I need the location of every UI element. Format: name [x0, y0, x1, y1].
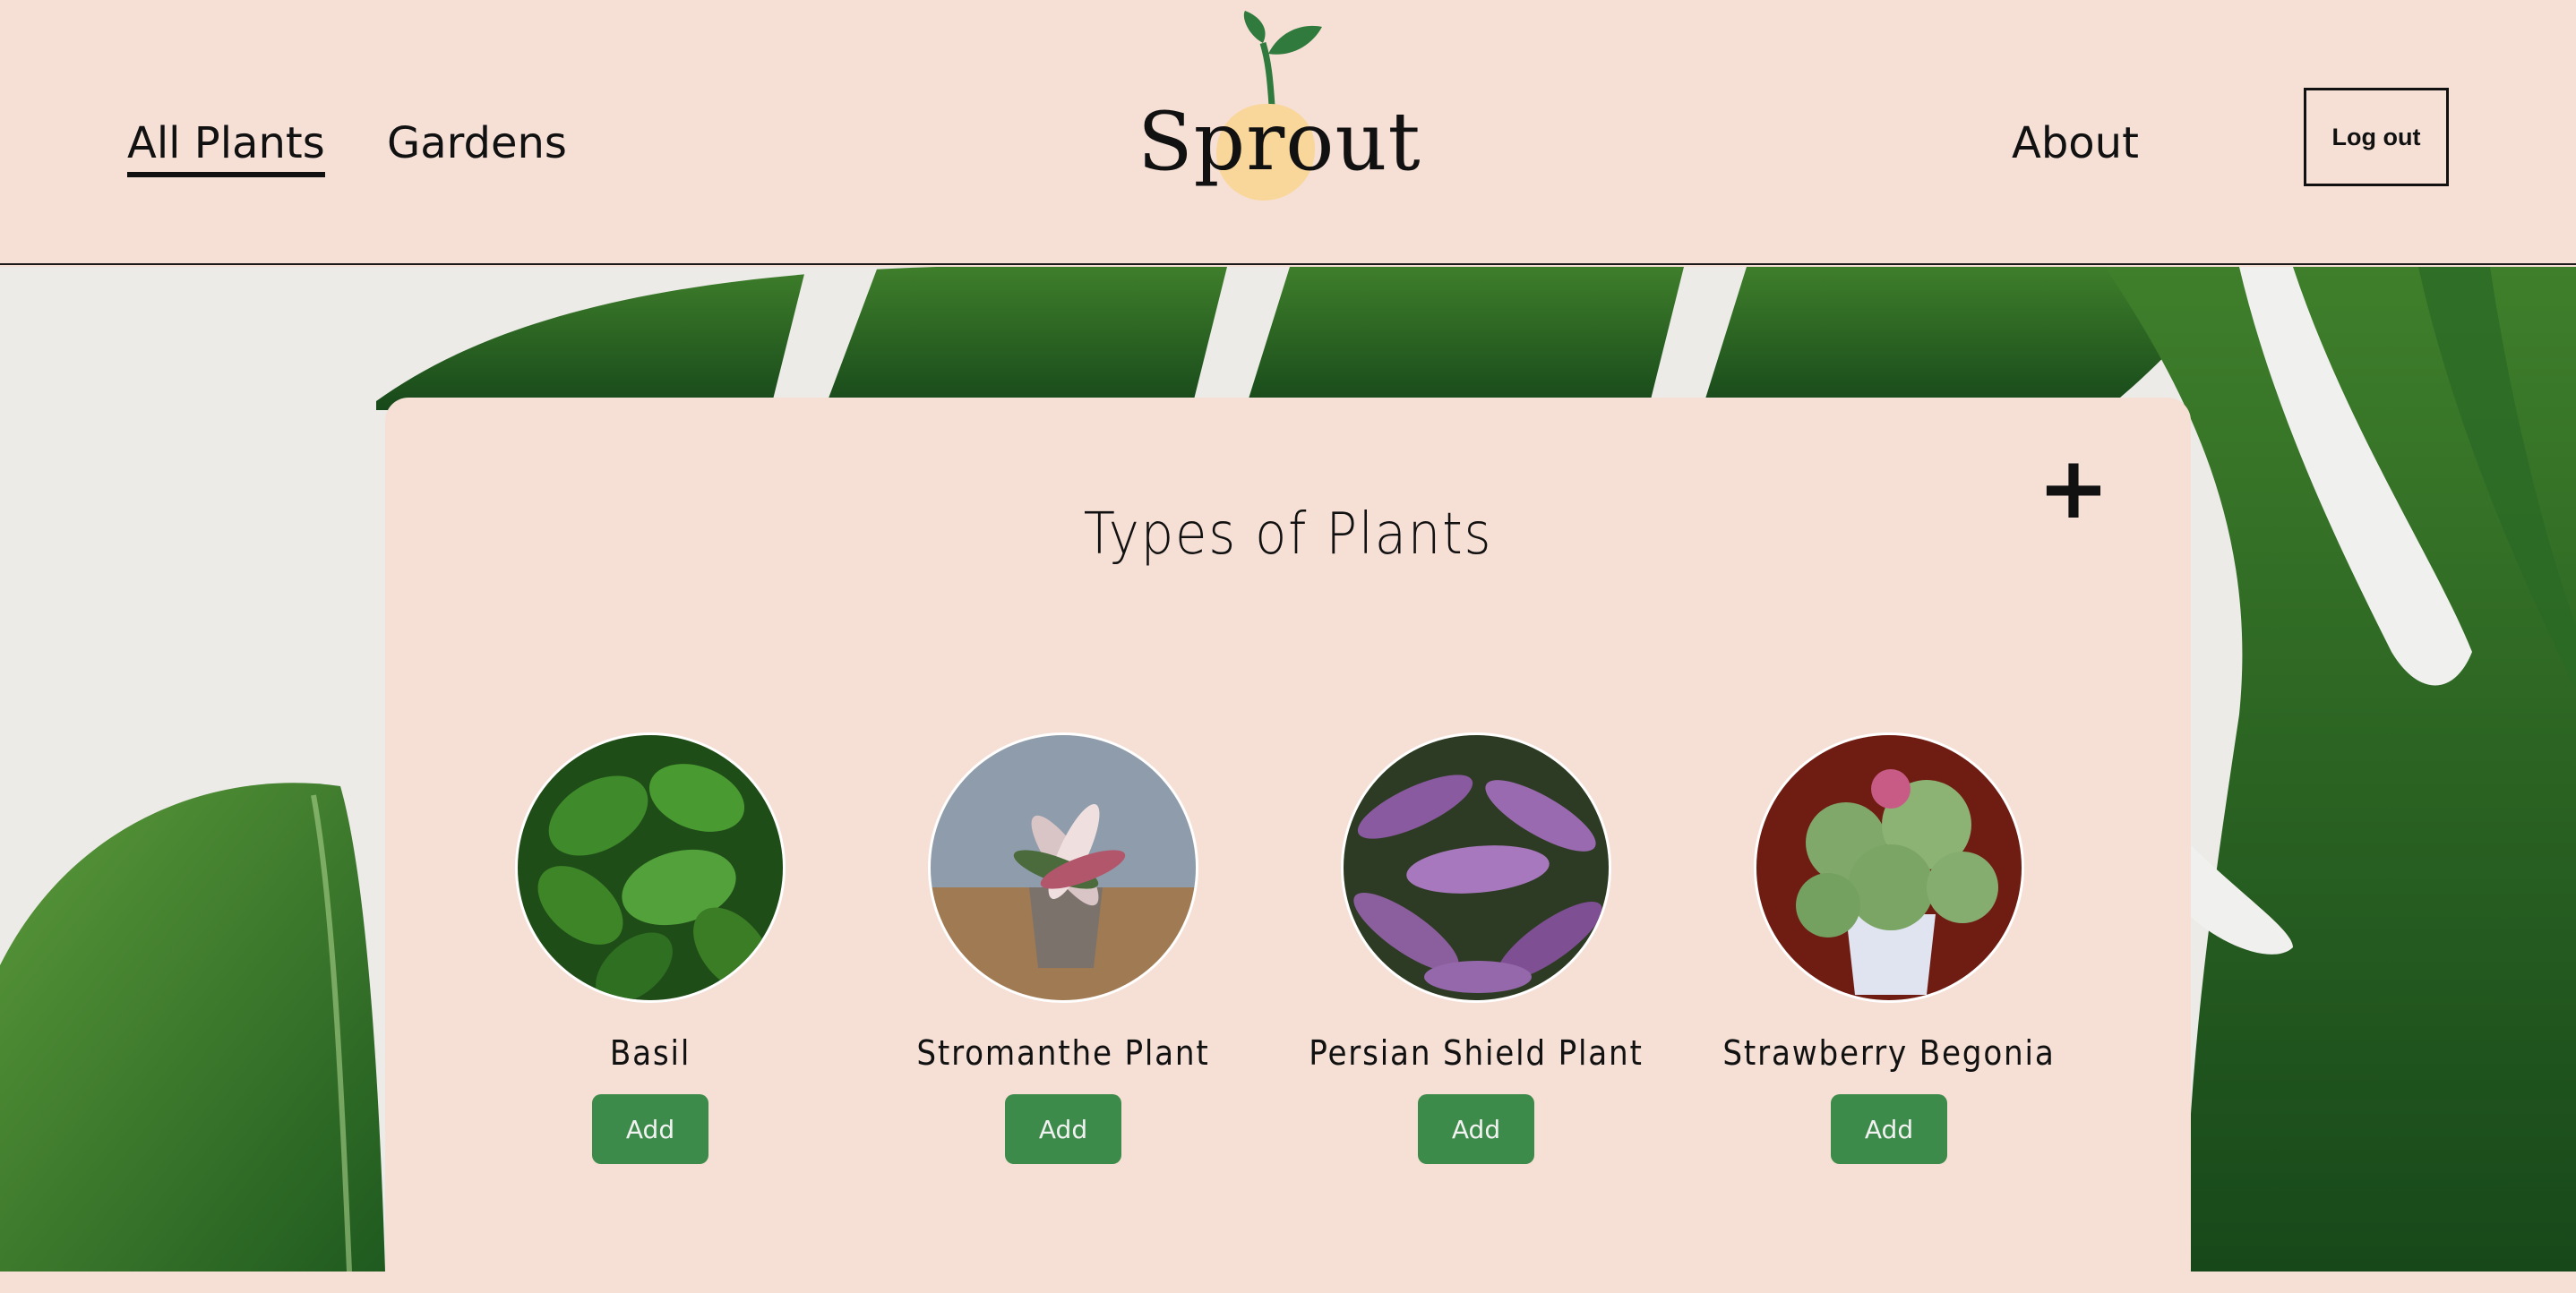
add-basil-button[interactable]: Add [592, 1094, 708, 1164]
plant-card-strawberry-begonia: Strawberry Begonia Add [1701, 732, 2077, 1164]
plant-name: Persian Shield Plant [1309, 1033, 1644, 1073]
plant-name: Stromanthe Plant [916, 1033, 1210, 1073]
plant-image-strawberry-begonia [1754, 732, 2024, 1003]
logout-button[interactable]: Log out [2304, 88, 2449, 186]
top-navigation-bar: All Plants Gardens Sprout About Log out [0, 0, 2576, 265]
page-title: Types of Plants [1083, 501, 1493, 568]
plant-image-stromanthe [928, 732, 1198, 1003]
plant-name: Strawberry Begonia [1722, 1033, 2056, 1073]
plant-card-persian-shield: Persian Shield Plant Add [1288, 732, 1664, 1164]
nav-gardens[interactable]: Gardens [387, 118, 567, 168]
nav-about[interactable]: About [2012, 118, 2139, 168]
add-strawberry-begonia-button[interactable]: Add [1831, 1094, 1947, 1164]
plant-image-persian-shield [1341, 732, 1611, 1003]
plant-card-stromanthe: Stromanthe Plant Add [875, 732, 1251, 1164]
nav-all-plants[interactable]: All Plants [127, 118, 325, 177]
logo-wordmark: Sprout [1138, 95, 1421, 189]
add-stromanthe-button[interactable]: Add [1005, 1094, 1121, 1164]
plant-name: Basil [609, 1033, 691, 1073]
sprout-logo[interactable]: Sprout [1138, 7, 1421, 213]
plant-image-basil [515, 732, 786, 1003]
add-persian-shield-button[interactable]: Add [1418, 1094, 1534, 1164]
plant-card-basil: Basil Add [462, 732, 838, 1164]
